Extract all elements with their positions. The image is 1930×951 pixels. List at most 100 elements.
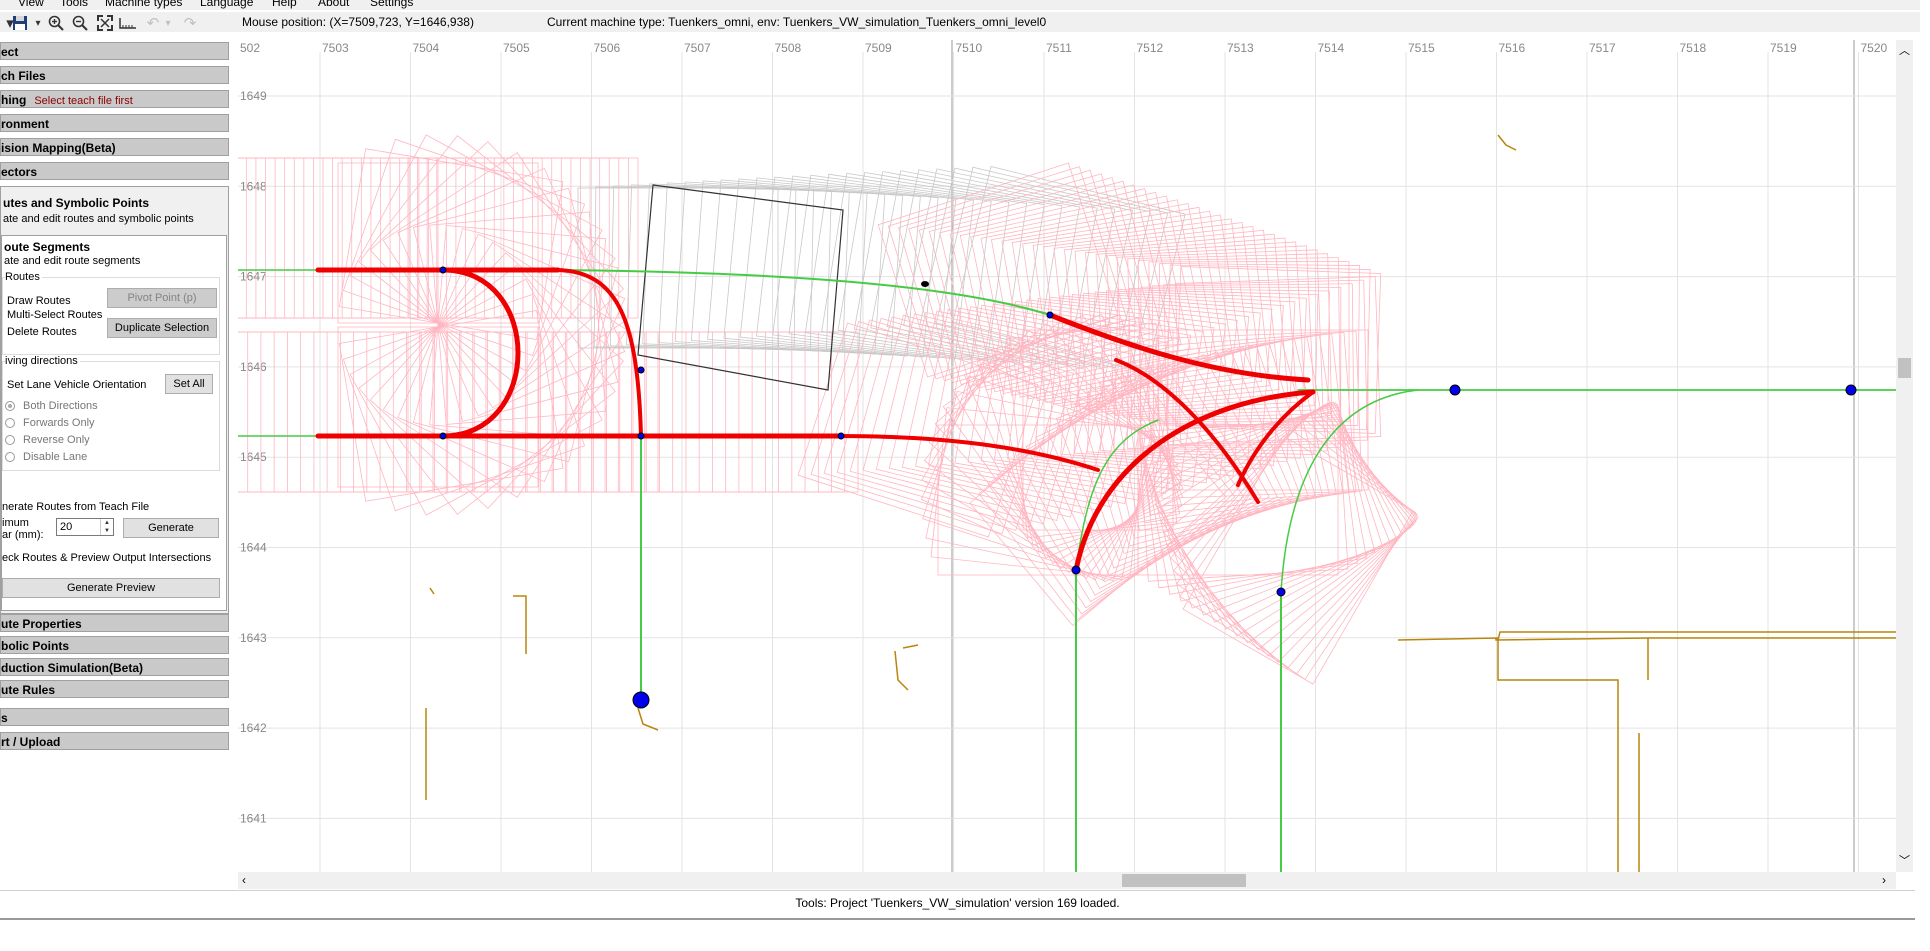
menu-tools[interactable]: Tools: [60, 0, 88, 9]
x-tick-label: 7512: [1137, 41, 1164, 55]
section-project[interactable]: ect: [0, 42, 229, 60]
forwards-only-label[interactable]: Forwards Only: [23, 417, 95, 429]
routes-panel-desc: ate and edit routes and symbolic points: [3, 213, 194, 225]
y-tick-label: 1647: [240, 270, 267, 284]
scroll-down-icon[interactable]: ﹀: [1899, 852, 1910, 868]
y-tick-label: 1644: [240, 541, 267, 555]
save-dropdown-icon[interactable]: ▾: [28, 13, 48, 33]
y-tick-label: 1643: [240, 631, 267, 645]
route-node: [1046, 311, 1054, 319]
route-node: [439, 266, 447, 274]
map-canvas[interactable]: 502 7503 7504 7505 7506 7507 7508 7509 7510 7511 7…: [207, 40, 1899, 938]
route-node: [1276, 587, 1286, 597]
routes-panel-title: utes and Symbolic Points: [3, 196, 150, 210]
footprint-rect: [293, 157, 495, 319]
section-route-properties[interactable]: ute Properties: [0, 614, 229, 632]
menu-machine-types[interactable]: Machine types: [105, 0, 182, 9]
machine-sweep-rect: [674, 181, 886, 355]
menu-help[interactable]: Help: [272, 0, 297, 9]
footprint-rect: [236, 157, 438, 319]
footprint-rect: [247, 331, 449, 493]
menu-language[interactable]: Language: [200, 0, 253, 9]
generate-button[interactable]: Generate: [123, 518, 219, 538]
routes-panel: utes and Symbolic Points ate and edit ro…: [0, 186, 229, 614]
footprint-rect: [930, 407, 1147, 579]
section-reflectors[interactable]: ectors: [0, 162, 229, 180]
section-vision-mapping[interactable]: ision Mapping(Beta): [0, 138, 229, 156]
machine-sweep-rect: [593, 186, 797, 350]
x-tick-label: 7513: [1227, 41, 1254, 55]
obstacle-scan-segment: [902, 644, 919, 649]
horizontal-scrollbar[interactable]: ‹ ›: [238, 872, 1896, 889]
section-teaching[interactable]: hing Select teach file first: [0, 90, 229, 108]
obstacle-scan-segment: [894, 650, 909, 691]
footprint-rect: [578, 331, 779, 493]
status-bar: Tools: Project 'Tuenkers_VW_simulation' …: [795, 896, 1120, 910]
y-tick-label: 1645: [240, 450, 267, 464]
disable-lane-label[interactable]: Disable Lane: [23, 451, 87, 463]
both-directions-radio[interactable]: [5, 401, 15, 411]
multi-select-routes-option[interactable]: Multi-Select Routes: [7, 309, 102, 321]
disable-lane-radio[interactable]: [5, 452, 15, 462]
redo-icon[interactable]: ↷: [180, 13, 200, 33]
footprint-rect: [360, 157, 562, 319]
save-icon[interactable]: [10, 13, 30, 33]
measure-icon[interactable]: [118, 13, 138, 33]
lane-orientation-label: Set Lane Vehicle Orientation: [7, 379, 147, 391]
footprint-rect: [255, 157, 457, 319]
section-environment[interactable]: ronment: [0, 114, 229, 132]
selected-route-segment: [440, 267, 521, 439]
footprint-rect: [397, 167, 626, 417]
footprint-rect: [412, 187, 619, 422]
vertical-scrollbar[interactable]: ︿ ﹀: [1896, 40, 1913, 872]
forwards-only-radio[interactable]: [5, 418, 15, 428]
footprint-rect: [287, 331, 488, 493]
both-directions-label[interactable]: Both Directions: [23, 400, 98, 412]
scroll-up-icon[interactable]: ︿: [1899, 42, 1910, 58]
vehicle-marker: [921, 281, 929, 287]
route-node: [1449, 384, 1461, 396]
scroll-left-icon[interactable]: ‹: [242, 873, 246, 887]
duplicate-selection-button[interactable]: Duplicate Selection: [107, 318, 217, 338]
generate-preview-button[interactable]: Generate Preview: [2, 578, 220, 598]
scroll-right-icon[interactable]: ›: [1882, 873, 1886, 887]
horizontal-scroll-thumb[interactable]: [1122, 874, 1246, 887]
route-node: [1071, 565, 1081, 575]
reverse-only-radio[interactable]: [5, 435, 15, 445]
zoom-in-icon[interactable]: [46, 13, 66, 33]
section-export-upload[interactable]: rt / Upload: [0, 732, 229, 750]
section-route-rules[interactable]: ute Rules: [0, 680, 229, 698]
menu-settings[interactable]: Settings: [370, 0, 413, 9]
obstacle-scan-segment: [429, 587, 435, 595]
fit-to-screen-icon[interactable]: [95, 13, 115, 33]
delete-routes-option[interactable]: Delete Routes: [7, 326, 77, 338]
menu-view[interactable]: View: [18, 0, 44, 9]
menu-bar: View Tools Machine types Language Help A…: [0, 0, 1920, 10]
vertical-scroll-thumb[interactable]: [1898, 358, 1911, 378]
section-path-files[interactable]: ch Files: [0, 66, 229, 84]
set-all-button[interactable]: Set All: [165, 374, 213, 394]
routes-group-label: Routes: [5, 271, 42, 283]
route-nodes[interactable]: [439, 266, 1857, 709]
mouse-position-readout: Mouse position: (X=7509,723, Y=1646,938): [242, 15, 474, 29]
x-tick-label: 502: [240, 41, 260, 55]
section-tools[interactable]: s: [0, 708, 229, 726]
map-svg[interactable]: 502 7503 7504 7505 7506 7507 7508 7509 7510 7511 7…: [207, 40, 1899, 938]
draw-routes-option[interactable]: Draw Routes: [7, 295, 71, 307]
undo-dropdown-icon[interactable]: ▾: [158, 13, 178, 33]
zoom-out-icon[interactable]: [70, 13, 90, 33]
section-production-simulation[interactable]: duction Simulation(Beta): [0, 658, 229, 676]
section-symbolic-points[interactable]: bolic Points: [0, 636, 229, 654]
footprint-rect: [551, 331, 753, 493]
x-tick-label: 7515: [1408, 41, 1435, 55]
menu-about[interactable]: About: [318, 0, 349, 9]
pivot-point-button[interactable]: Pivot Point (p): [107, 288, 217, 308]
x-tick-label: 7503: [322, 41, 349, 55]
routes[interactable]: [237, 184, 1899, 873]
reverse-only-label[interactable]: Reverse Only: [23, 434, 90, 446]
y-tick-label: 1648: [240, 179, 267, 193]
minimum-spacing-input[interactable]: 20 ▲ ▼: [56, 518, 114, 536]
x-tick-label: 7518: [1680, 41, 1707, 55]
spinner-arrows-icon[interactable]: ▲ ▼: [100, 519, 113, 535]
footprint-rect: [313, 157, 514, 319]
